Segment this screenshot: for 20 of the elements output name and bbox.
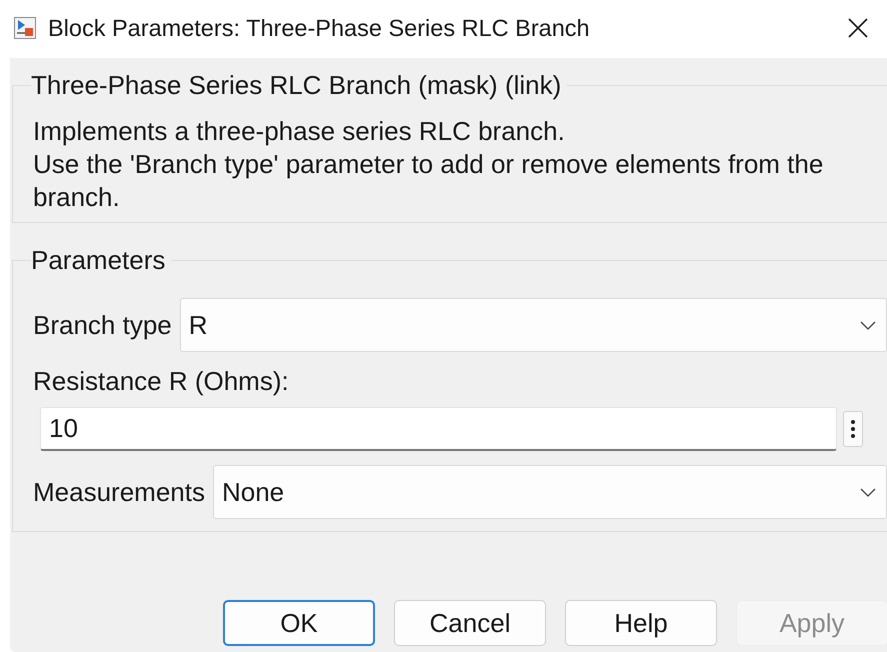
input-field[interactable]: 10 (40, 407, 837, 451)
chevron-icon (860, 320, 876, 330)
chevron-icon (860, 488, 876, 496)
dropdown[interactable]: R (180, 298, 887, 352)
more-options-button[interactable] (843, 411, 863, 447)
dialog-button[interactable]: Cancel (394, 600, 546, 646)
field-label: Resistance R (Ohms): (33, 366, 290, 397)
group-title: Three-Phase Series RLC Branch (mask) (link) (31, 70, 562, 101)
close-icon[interactable] (847, 17, 869, 39)
dropdown[interactable]: None (212, 465, 887, 519)
dialog-button[interactable]: OK (223, 600, 375, 646)
window-title: Block Parameters: Three-Phase Series RLC Branch (48, 14, 591, 42)
description-text: Use the 'Branch type' parameter to add or remove elements from the branch. (33, 148, 824, 214)
field-label: Measurements (33, 476, 205, 508)
field-label: Branch type (33, 310, 172, 340)
dialog-button[interactable]: Help (565, 600, 717, 646)
description-text: Implements a three-phase series RLC branch. (33, 115, 566, 148)
group-title: Parameters (31, 245, 166, 276)
vertical-dots-icon (850, 418, 856, 440)
block-icon (14, 17, 36, 39)
